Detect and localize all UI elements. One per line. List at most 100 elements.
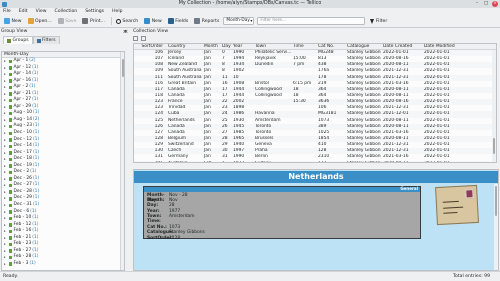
table-cell: 2022-01-01 (422, 161, 464, 162)
scrollbar-thumb[interactable] (492, 138, 495, 154)
collection-view-panel: × Collection View SortOrder Country Month D… (124, 29, 500, 271)
menu-bar: File Edit View Collection Settings Help (0, 8, 500, 15)
reports-icon (194, 18, 201, 24)
group-icon (8, 229, 12, 234)
table-cell: 2020-08-11 (381, 161, 422, 162)
address-line (443, 206, 464, 209)
collection-table[interactable]: SortOrder Country Month Day Year Town Time Cat … (133, 43, 497, 163)
close-icon[interactable]: × (492, 1, 498, 7)
group-scrollbar[interactable] (120, 52, 124, 270)
stamp-cover-image[interactable] (435, 184, 479, 226)
menu-settings[interactable]: Settings (85, 9, 104, 14)
group-list: ▸ Apr - 1 (2) ▸ Apr - 12 (1) ▸ Apr - 14 (1) ▸ Apr … (2, 58, 124, 268)
menu-collection[interactable]: Collection (55, 9, 78, 14)
group-icon (8, 183, 12, 188)
main-toolbar: New Open... Save Print... Search New Fie… (0, 15, 500, 28)
group-icon (8, 66, 12, 70)
group-icon (8, 249, 12, 253)
group-by-select[interactable]: Month-Day (223, 17, 255, 25)
group-icon (8, 190, 12, 194)
menu-file[interactable]: File (3, 9, 11, 14)
new-entry-icon (144, 18, 151, 24)
table-cell (291, 161, 316, 162)
tab-filters[interactable]: Filters (32, 36, 60, 44)
column-header[interactable]: Date Created (381, 44, 422, 49)
detail-scrollbar[interactable] (494, 184, 498, 270)
menu-edit[interactable]: Edit (19, 9, 28, 14)
group-item[interactable]: ▸ Feb - 3 (1) (2, 261, 124, 268)
status-bar: Ready. Total entries: 99 (0, 271, 500, 281)
close-group-panel-icon[interactable]: × (124, 29, 128, 35)
minimize-icon[interactable]: – (474, 1, 480, 7)
new-file-icon (4, 18, 10, 24)
scrollbar-thumb[interactable] (121, 59, 124, 77)
group-icon (8, 105, 12, 109)
table-scrollbar[interactable] (492, 50, 496, 162)
save-button[interactable]: Save (56, 16, 79, 26)
column-header[interactable]: Country (166, 44, 202, 49)
printer-icon (82, 18, 89, 24)
column-header[interactable]: Year (231, 44, 253, 49)
field-row: SortOrder: 1128 (147, 236, 417, 241)
group-icon (8, 177, 12, 181)
group-icon (8, 262, 12, 266)
scrollbar-thumb[interactable] (494, 186, 497, 216)
expand-icon[interactable]: ▸ (4, 261, 7, 268)
field-value: Amsterdam (169, 214, 195, 220)
table-cell: 172 (316, 161, 345, 162)
group-count: (1) (29, 260, 36, 266)
new-button[interactable]: New (2, 16, 24, 26)
fields-button[interactable]: Fields (166, 16, 191, 26)
reports-button[interactable]: Reports (192, 16, 221, 26)
column-header[interactable]: Date Modified (422, 44, 464, 49)
group-tree[interactable]: Month-Day ▸ Apr - 1 (2) ▸ Apr - 12 (1) ▸ Apr - … (1, 51, 125, 271)
maximize-icon[interactable]: □ (483, 1, 489, 7)
group-icon (8, 79, 12, 83)
view-mode-buttons (131, 35, 500, 42)
group-icon (8, 210, 12, 214)
group-icon (8, 118, 12, 122)
filter-input[interactable]: Filter here... (257, 17, 366, 25)
group-icon (8, 170, 12, 175)
list-view-icon[interactable] (133, 36, 138, 41)
icon-view-icon[interactable] (141, 36, 146, 41)
table-cell: 201 (134, 161, 166, 162)
search-button[interactable]: Search (114, 16, 140, 26)
window-controls: – □ × (474, 1, 498, 7)
column-header[interactable]: SortOrder (134, 44, 166, 49)
group-icon (8, 197, 12, 201)
table-row[interactable]: 201AustraliaFeb11937Sydney 172Stanley Gib… (134, 160, 496, 162)
column-header[interactable]: Catalogue (345, 44, 381, 49)
entry-title: Netherlands (134, 171, 498, 183)
tellico-app-icon (2, 1, 7, 7)
open-button[interactable]: Open... (26, 16, 54, 26)
column-header[interactable]: Time (291, 44, 316, 49)
menu-help[interactable]: Help (112, 9, 122, 14)
column-header[interactable]: Cat No. (316, 44, 345, 49)
field-label: SortOrder: (147, 235, 174, 241)
column-header[interactable]: Month (202, 44, 220, 49)
column-header[interactable]: Town (253, 44, 291, 49)
table-cell: Feb (202, 161, 220, 162)
column-header[interactable]: Day (220, 44, 231, 49)
group-icon (8, 255, 12, 260)
table-cell: Australia (166, 161, 202, 162)
table-cell: Sydney (253, 161, 291, 162)
new-entry-button[interactable]: New (142, 16, 164, 26)
menu-view[interactable]: View (36, 9, 47, 14)
group-icon (8, 131, 12, 136)
window-title: My Collection - /home/alyn/Stamps/DBs/Ca… (178, 1, 322, 6)
group-icon (8, 223, 12, 227)
search-icon (115, 18, 121, 24)
save-icon (57, 18, 64, 24)
group-icon (8, 144, 12, 149)
tab-groups[interactable]: Groups (3, 36, 33, 44)
collection-view-title: × Collection View (124, 29, 169, 35)
folder-open-icon (27, 18, 34, 24)
group-icon (8, 98, 12, 103)
print-button[interactable]: Print... (80, 16, 106, 26)
entry-detail-pane: Netherlands General Month-Day: Nov - 28 Mo… (133, 169, 499, 271)
filter-button[interactable]: Filter (368, 16, 389, 26)
group-view-panel: Group View × Groups Filters Month-Day ▸ A… (0, 29, 130, 271)
table-cell: Stanley Gibbons (345, 161, 381, 162)
